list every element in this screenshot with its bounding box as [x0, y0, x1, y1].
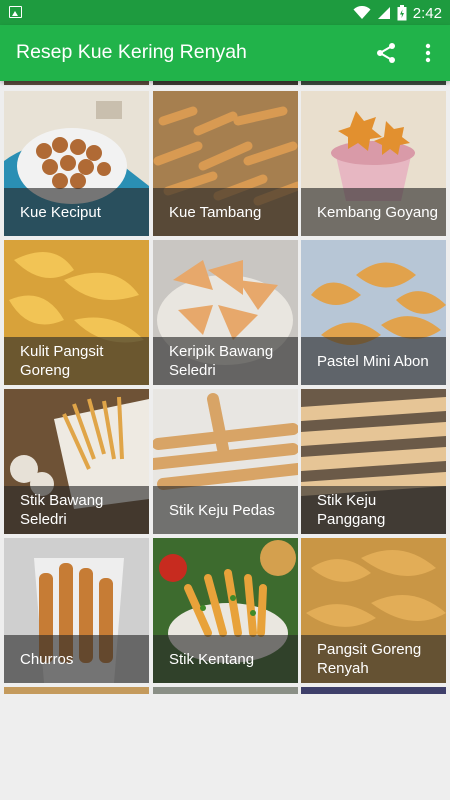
tile-caption: Stik Bawang Seledri — [4, 486, 149, 534]
recipe-tile[interactable]: Stik Keju Panggang — [301, 389, 446, 534]
app-title: Resep Kue Kering Renyah — [16, 41, 247, 63]
tile-caption: Kulit Pangsit Goreng — [4, 337, 149, 385]
tile-label: Stik Bawang Seledri — [20, 492, 104, 528]
tile-label: Keripik Bawang Seledri — [169, 343, 274, 379]
tile-caption: Pangsit Goreng Renyah — [301, 635, 446, 683]
tile-caption: Kue Tambang — [153, 188, 298, 236]
recipe-tile-partial[interactable] — [153, 687, 298, 694]
tile-label: Pangsit Goreng Renyah — [317, 641, 422, 677]
tile-caption: Churros — [4, 635, 149, 683]
signal-icon — [377, 7, 390, 19]
recipe-tile[interactable]: Pangsit Goreng Renyah — [301, 538, 446, 683]
tile-label: Kembang Goyang — [317, 203, 438, 221]
tile-caption: Kembang Goyang — [301, 188, 446, 236]
tile-label: Kue Tambang — [169, 203, 262, 221]
recipe-tile-partial[interactable] — [153, 81, 298, 85]
more-vert-icon[interactable] — [416, 41, 440, 65]
recipe-tile[interactable]: Kue Keciput — [4, 91, 149, 236]
tile-caption: Stik Kentang — [153, 635, 298, 683]
tile-caption: Pastel Mini Abon — [301, 337, 446, 385]
tile-label: Stik Keju Panggang — [317, 492, 386, 528]
tile-label: Kulit Pangsit Goreng — [20, 343, 104, 379]
recipe-tile[interactable]: Kulit Pangsit Goreng — [4, 240, 149, 385]
clock-time: 2:42 — [412, 4, 442, 22]
tile-caption: Kue Keciput — [4, 188, 149, 236]
share-icon[interactable] — [374, 41, 398, 65]
battery-icon — [397, 5, 407, 21]
empty-background — [0, 694, 450, 800]
tile-label: Kue Keciput — [20, 203, 101, 221]
tile-caption: Keripik Bawang Seledri — [153, 337, 298, 385]
recipe-tile[interactable]: Kembang Goyang — [301, 91, 446, 236]
image-notification-icon — [9, 6, 22, 18]
recipe-tile[interactable]: Stik Kentang — [153, 538, 298, 683]
recipe-tile[interactable]: Kue Tambang — [153, 91, 298, 236]
tile-caption: Stik Keju Pedas — [153, 486, 298, 534]
status-bar: 2:42 — [0, 0, 450, 25]
recipe-tile[interactable]: Churros — [4, 538, 149, 683]
status-icons: 2:42 — [353, 3, 442, 23]
recipe-tile[interactable]: Keripik Bawang Seledri — [153, 240, 298, 385]
recipe-tile-partial[interactable] — [301, 687, 446, 694]
wifi-icon — [353, 6, 371, 19]
recipe-tile-partial[interactable] — [4, 81, 149, 85]
recipe-tile-partial[interactable] — [4, 687, 149, 694]
app-bar: Resep Kue Kering Renyah — [0, 25, 450, 81]
recipe-grid[interactable]: Kue Keciput Kue Tambang Kembang Goyang K… — [0, 81, 450, 694]
tile-caption: Stik Keju Panggang — [301, 486, 446, 534]
recipe-tile[interactable]: Pastel Mini Abon — [301, 240, 446, 385]
recipe-tile[interactable]: Stik Bawang Seledri — [4, 389, 149, 534]
recipe-tile-partial[interactable] — [301, 81, 446, 85]
tile-label: Stik Keju Pedas — [169, 501, 275, 519]
tile-label: Pastel Mini Abon — [317, 352, 429, 370]
recipe-tile[interactable]: Stik Keju Pedas — [153, 389, 298, 534]
tile-label: Stik Kentang — [169, 650, 255, 668]
tile-label: Churros — [20, 650, 74, 668]
